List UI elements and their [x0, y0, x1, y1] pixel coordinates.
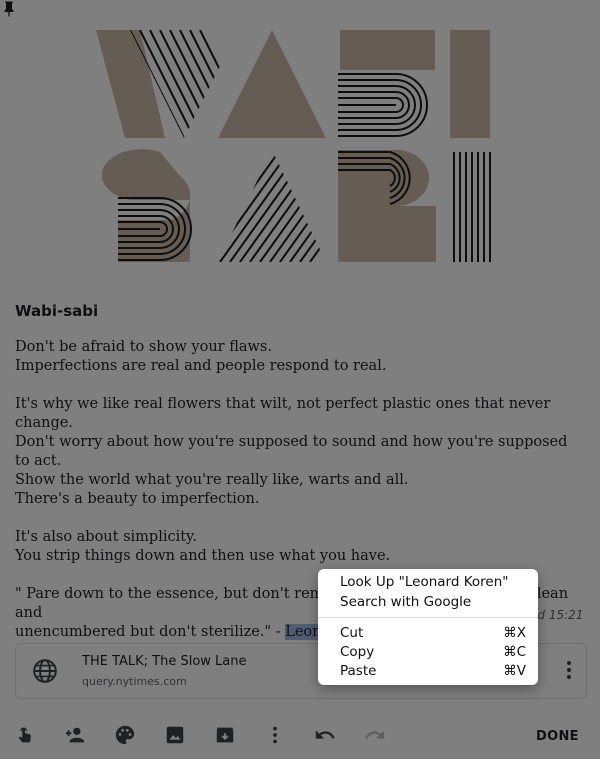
edited-timestamp: ed 15:21 — [530, 608, 584, 622]
note-line: It's why we like real flowers that wilt,… — [15, 396, 551, 431]
more-vert-icon[interactable] — [564, 660, 574, 680]
menu-separator — [318, 617, 538, 618]
add-image-icon[interactable] — [164, 724, 186, 746]
shortcut-copy: ⌘C — [503, 644, 526, 660]
add-drawing-icon[interactable] — [14, 724, 36, 746]
add-collaborator-icon[interactable] — [64, 724, 86, 746]
bottom-toolbar: DONE — [0, 712, 600, 759]
note-title[interactable]: Wabi-sabi — [15, 302, 580, 320]
palette-icon[interactable] — [114, 724, 136, 746]
menu-item-look-up[interactable]: Look Up "Leonard Koren" — [340, 574, 508, 590]
link-title[interactable]: THE TALK; The Slow Lane — [82, 654, 247, 669]
undo-icon[interactable] — [314, 724, 336, 746]
archive-icon[interactable] — [214, 724, 236, 746]
more-vert-icon[interactable] — [264, 724, 286, 746]
shortcut-cut: ⌘X — [503, 625, 526, 641]
done-button[interactable]: DONE — [536, 729, 579, 744]
link-url: query.nytimes.com — [82, 675, 187, 688]
shortcut-paste: ⌘V — [503, 663, 526, 679]
note-line: It's also about simplicity. — [15, 529, 197, 545]
context-menu: Look Up "Leonard Koren" Search with Goog… — [318, 569, 538, 685]
note-line: Don't be afraid to show your flaws. — [15, 339, 272, 355]
wabi-sabi-artwork — [96, 30, 491, 262]
menu-item-cut[interactable]: Cut — [340, 625, 363, 641]
note-image[interactable] — [0, 0, 600, 292]
note-line-text: unencumbered but don't sterilize." - — [15, 624, 286, 640]
note-line: Show the world what you're really like, … — [15, 472, 409, 488]
note-line: There's a beauty to imperfection. — [15, 491, 260, 507]
globe-icon — [33, 659, 57, 683]
note-line: Don't worry about how you're supposed to… — [15, 434, 568, 469]
note-line: You strip things down and then use what … — [15, 548, 391, 564]
menu-item-search-with-google[interactable]: Search with Google — [340, 594, 471, 610]
menu-item-copy[interactable]: Copy — [340, 644, 374, 660]
redo-icon[interactable] — [364, 724, 386, 746]
note-line: Imperfections are real and people respon… — [15, 358, 387, 374]
pin-icon[interactable] — [0, 0, 18, 18]
menu-item-paste[interactable]: Paste — [340, 663, 376, 679]
